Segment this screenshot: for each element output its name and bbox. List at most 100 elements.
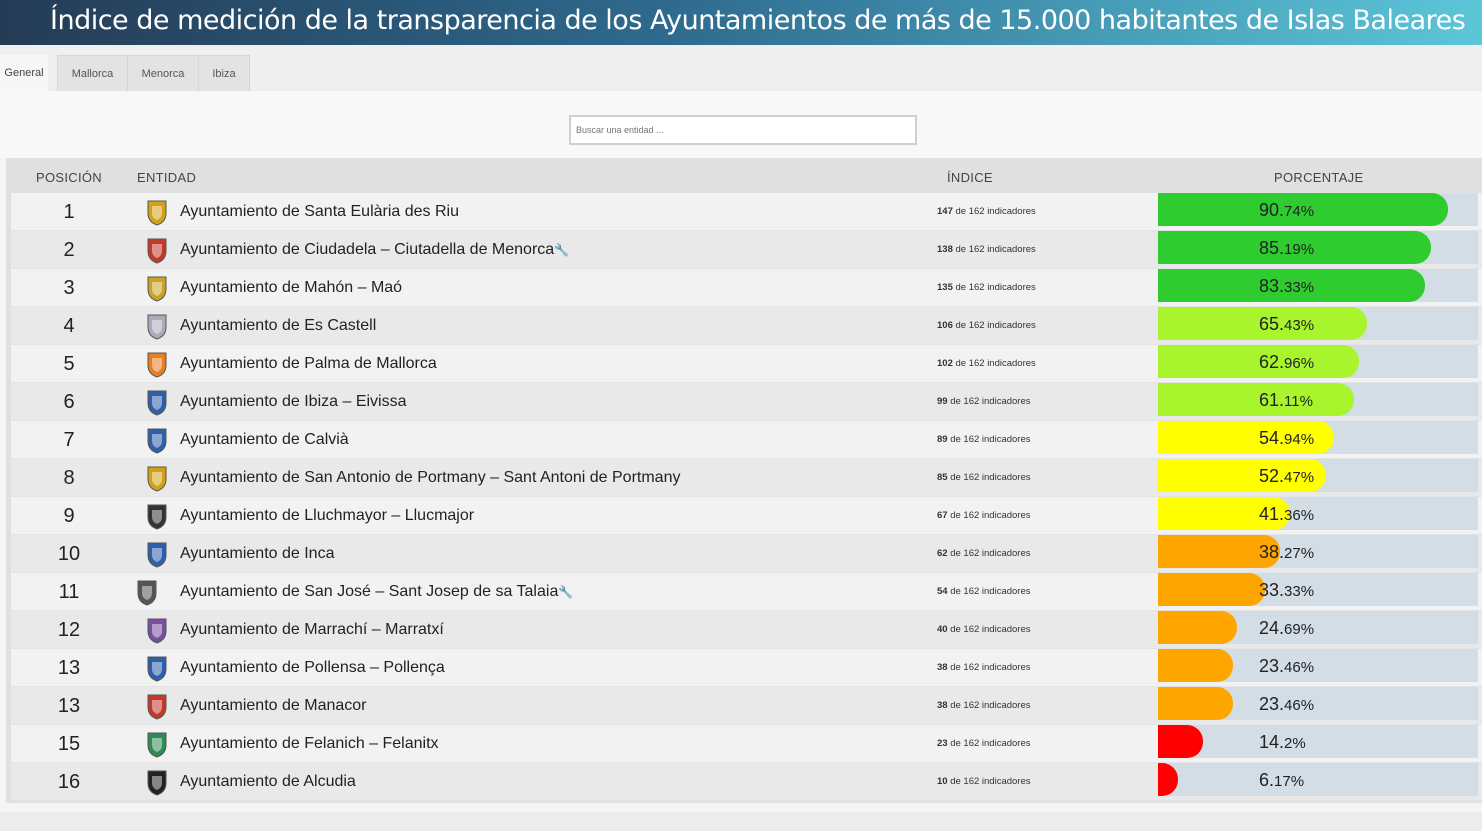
table-row[interactable]: 15 Ayuntamiento de Felanich – Felanitx 23 … xyxy=(11,725,1482,763)
entity-name[interactable]: Ayuntamiento de Felanich – Felanitx xyxy=(180,735,439,753)
entity-name[interactable]: Ayuntamiento de San José – Sant Josep de… xyxy=(180,583,573,601)
entity-name[interactable]: Ayuntamiento de Es Castell xyxy=(180,317,376,335)
percent-dec: 96% xyxy=(1284,355,1315,372)
tab-mallorca[interactable]: Mallorca xyxy=(57,55,128,91)
indicator-total: de 162 indicadores xyxy=(947,738,1031,749)
table-row[interactable]: 9 Ayuntamiento de Lluchmayor – Llucmajor 6… xyxy=(11,497,1482,535)
search-input[interactable] xyxy=(569,115,917,145)
percent-bar-track xyxy=(1158,421,1478,454)
entity-name[interactable]: Ayuntamiento de Pollensa – Pollença xyxy=(180,659,445,677)
percent-value: 83.33% xyxy=(1259,276,1314,297)
indicator-count: 106 xyxy=(937,320,953,331)
table-row[interactable]: 4 Ayuntamiento de Es Castell 106 de 162 in… xyxy=(11,307,1482,345)
crest-icon xyxy=(142,273,172,303)
percent-value: 54.94% xyxy=(1259,428,1314,449)
percent-int: 23. xyxy=(1259,656,1285,676)
index-value: 106 de 162 indicadores xyxy=(937,320,1036,331)
entity-label: Ayuntamiento de Ibiza – Eivissa xyxy=(180,393,407,410)
entity-name[interactable]: Ayuntamiento de San Antonio de Portmany … xyxy=(180,469,680,487)
percent-dec: 74% xyxy=(1284,203,1315,220)
percent-value: 85.19% xyxy=(1259,238,1314,259)
table-row[interactable]: 13 Ayuntamiento de Pollensa – Pollença 38 … xyxy=(11,649,1482,687)
percent-value: 61.11% xyxy=(1259,390,1313,411)
indicator-count: 138 xyxy=(937,244,953,255)
header-entity[interactable]: ENTIDAD xyxy=(137,170,196,185)
header-position[interactable]: POSICIÓN xyxy=(36,170,102,185)
percent-value: 33.33% xyxy=(1259,580,1314,601)
percent-bar-track xyxy=(1158,649,1478,682)
percent-int: 61. xyxy=(1259,390,1285,410)
table-row[interactable]: 11 Ayuntamiento de San José – Sant Josep … xyxy=(11,573,1482,611)
entity-name[interactable]: Ayuntamiento de Ciudadela – Ciutadella d… xyxy=(180,241,569,259)
entity-label: Ayuntamiento de Marrachí – Marratxí xyxy=(180,621,444,638)
index-value: 102 de 162 indicadores xyxy=(937,358,1036,369)
index-value: 99 de 162 indicadores xyxy=(937,396,1031,407)
entity-label: Ayuntamiento de Palma de Mallorca xyxy=(180,355,437,372)
percent-int: 54. xyxy=(1259,428,1285,448)
table-row[interactable]: 13 Ayuntamiento de Manacor 38 de 162 indic… xyxy=(11,687,1482,725)
entity-name[interactable]: Ayuntamiento de Santa Eulària des Riu xyxy=(180,203,459,221)
crest-icon xyxy=(142,349,172,379)
crest-icon xyxy=(142,387,172,417)
entity-label: Ayuntamiento de Felanich – Felanitx xyxy=(180,735,439,752)
row-position: 13 xyxy=(57,657,81,679)
tab-menorca[interactable]: Menorca xyxy=(127,55,199,91)
indicator-total: de 162 indicadores xyxy=(947,776,1031,787)
table-row[interactable]: 6 Ayuntamiento de Ibiza – Eivissa 99 de 16… xyxy=(11,383,1482,421)
table-row[interactable]: 12 Ayuntamiento de Marrachí – Marratxí 40 … xyxy=(11,611,1482,649)
percent-bar-track xyxy=(1158,611,1478,644)
row-position: 4 xyxy=(63,315,75,337)
tab-general[interactable]: General xyxy=(0,55,48,91)
ranking-table: POSICIÓN ENTIDAD ÍNDICE PORCENTAJE 1 Ayun… xyxy=(6,158,1482,803)
crest-icon xyxy=(142,425,172,455)
table-row[interactable]: 2 Ayuntamiento de Ciudadela – Ciutadella … xyxy=(11,231,1482,269)
entity-name[interactable]: Ayuntamiento de Ibiza – Eivissa xyxy=(180,393,407,411)
table-row[interactable]: 10 Ayuntamiento de Inca 62 de 162 indicado… xyxy=(11,535,1482,573)
indicator-count: 89 xyxy=(937,434,948,445)
index-value: 67 de 162 indicadores xyxy=(937,510,1031,521)
percent-dec: 43% xyxy=(1284,317,1315,334)
entity-name[interactable]: Ayuntamiento de Marrachí – Marratxí xyxy=(180,621,444,639)
table-row[interactable]: 5 Ayuntamiento de Palma de Mallorca 102 de… xyxy=(11,345,1482,383)
header-percent[interactable]: PORCENTAJE xyxy=(1274,170,1363,185)
indicator-count: 102 xyxy=(937,358,953,369)
entity-name[interactable]: Ayuntamiento de Mahón – Maó xyxy=(180,279,402,297)
percent-bar-fill xyxy=(1158,649,1233,682)
table-row[interactable]: 7 Ayuntamiento de Calvià 89 de 162 indicad… xyxy=(11,421,1482,459)
entity-label: Ayuntamiento de Alcudia xyxy=(180,773,356,790)
percent-dec: 36% xyxy=(1284,507,1315,524)
page-title: Índice de medición de la transparencia d… xyxy=(0,0,1482,45)
percent-bar-track xyxy=(1158,459,1478,492)
entity-label: Ayuntamiento de Lluchmayor – Llucmajor xyxy=(180,507,475,524)
entity-name[interactable]: Ayuntamiento de Lluchmayor – Llucmajor xyxy=(180,507,474,525)
table-row[interactable]: 8 Ayuntamiento de San Antonio de Portmany… xyxy=(11,459,1482,497)
indicator-count: 38 xyxy=(937,662,948,673)
entity-name[interactable]: Ayuntamiento de Inca xyxy=(180,545,334,563)
index-value: 10 de 162 indicadores xyxy=(937,776,1031,787)
indicator-count: 85 xyxy=(937,472,948,483)
index-value: 38 de 162 indicadores xyxy=(937,700,1031,711)
entity-name[interactable]: Ayuntamiento de Alcudia xyxy=(180,773,356,791)
entity-name[interactable]: Ayuntamiento de Manacor xyxy=(180,697,366,715)
indicator-total: de 162 indicadores xyxy=(947,662,1031,673)
table-row[interactable]: 16 Ayuntamiento de Alcudia 10 de 162 indic… xyxy=(11,763,1482,801)
percent-value: 65.43% xyxy=(1259,314,1314,335)
entity-label: Ayuntamiento de Calvià xyxy=(180,431,349,448)
entity-name[interactable]: Ayuntamiento de Palma de Mallorca xyxy=(180,355,437,373)
percent-dec: 19% xyxy=(1284,241,1315,258)
header-index[interactable]: ÍNDICE xyxy=(947,170,993,185)
table-row[interactable]: 3 Ayuntamiento de Mahón – Maó 135 de 162 i… xyxy=(11,269,1482,307)
footer xyxy=(0,812,1482,831)
index-value: 89 de 162 indicadores xyxy=(937,434,1031,445)
percent-dec: 27% xyxy=(1284,545,1315,562)
tab-ibiza[interactable]: Ibiza xyxy=(198,55,250,91)
crest-icon xyxy=(142,311,172,341)
indicator-count: 62 xyxy=(937,548,948,559)
indicator-total: de 162 indicadores xyxy=(947,700,1031,711)
entity-name[interactable]: Ayuntamiento de Calvià xyxy=(180,431,349,449)
indicator-total: de 162 indicadores xyxy=(947,624,1031,635)
percent-int: 52. xyxy=(1259,466,1285,486)
table-row[interactable]: 1 Ayuntamiento de Santa Eulària des Riu 14… xyxy=(11,193,1482,231)
percent-value: 23.46% xyxy=(1259,656,1314,677)
percent-int: 23. xyxy=(1259,694,1285,714)
